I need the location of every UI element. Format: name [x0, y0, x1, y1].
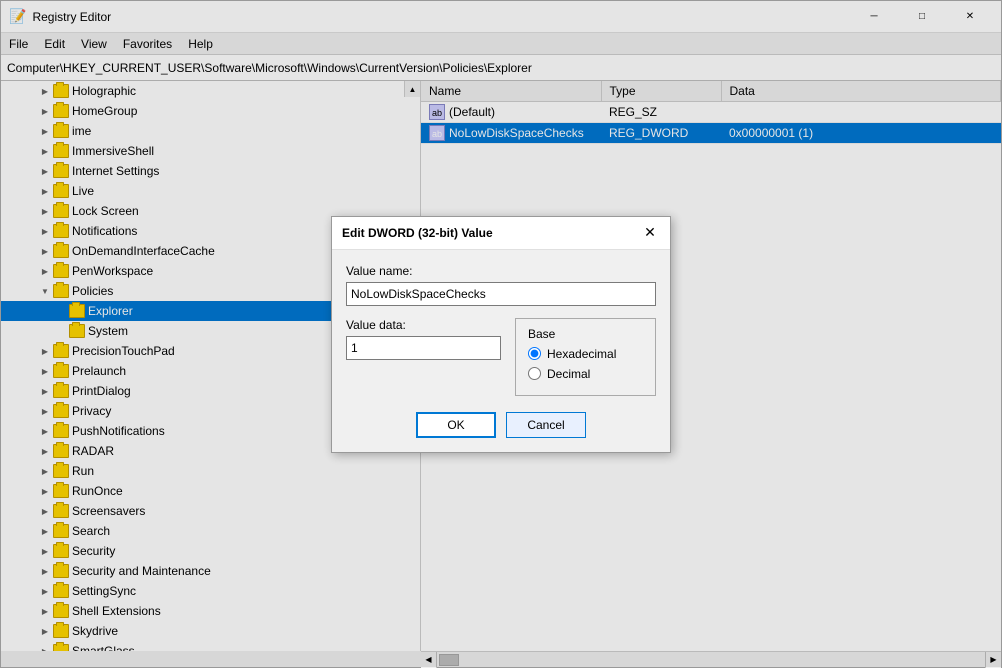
- dialog-title-bar: Edit DWORD (32-bit) Value ✕: [332, 217, 670, 250]
- base-section: Base Hexadecimal Decimal: [515, 318, 656, 396]
- hexadecimal-radio[interactable]: [528, 347, 541, 360]
- value-data-label: Value data:: [346, 318, 501, 332]
- value-name-input[interactable]: [346, 282, 656, 306]
- dialog-data-row: Value data: Base Hexadecimal Decimal: [346, 318, 656, 396]
- ok-button[interactable]: OK: [416, 412, 496, 438]
- value-data-section: Value data:: [346, 318, 501, 396]
- decimal-radio[interactable]: [528, 367, 541, 380]
- hex-radio-row: Hexadecimal: [528, 347, 643, 361]
- base-label: Base: [528, 327, 643, 341]
- registry-editor-window: 📝 Registry Editor ─ □ ✕ File Edit View F…: [0, 0, 1002, 668]
- dialog-buttons: OK Cancel: [346, 412, 656, 438]
- dialog-title: Edit DWORD (32-bit) Value: [342, 226, 493, 240]
- hexadecimal-label: Hexadecimal: [547, 347, 616, 361]
- modal-overlay: Edit DWORD (32-bit) Value ✕ Value name: …: [1, 1, 1001, 667]
- decimal-label: Decimal: [547, 367, 590, 381]
- value-name-label: Value name:: [346, 264, 656, 278]
- edit-dword-dialog: Edit DWORD (32-bit) Value ✕ Value name: …: [331, 216, 671, 453]
- cancel-button[interactable]: Cancel: [506, 412, 586, 438]
- decimal-radio-row: Decimal: [528, 367, 643, 381]
- dialog-close-button[interactable]: ✕: [640, 223, 660, 243]
- value-data-input[interactable]: [346, 336, 501, 360]
- dialog-body: Value name: Value data: Base Hexadecimal: [332, 250, 670, 452]
